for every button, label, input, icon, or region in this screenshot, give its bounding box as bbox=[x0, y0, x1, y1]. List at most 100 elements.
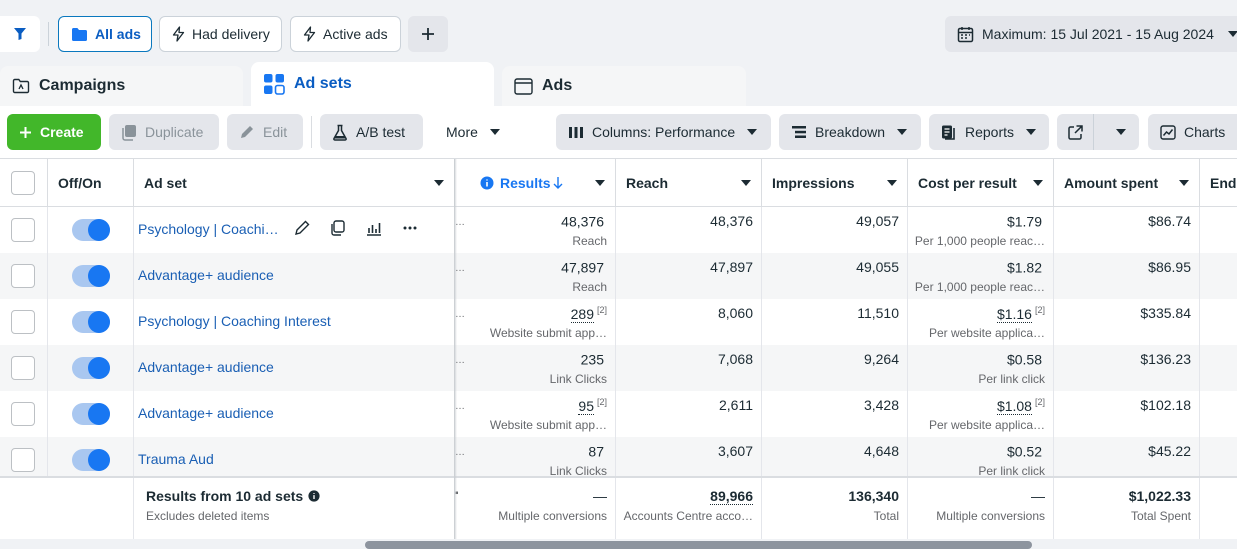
row-hover-actions bbox=[293, 219, 419, 237]
header-label: Ends bbox=[1210, 175, 1237, 191]
row-checkbox[interactable] bbox=[11, 448, 35, 472]
filter-active-ads[interactable]: Active ads bbox=[290, 16, 401, 52]
more-options-icon[interactable] bbox=[401, 219, 419, 237]
breakdown-button[interactable]: Breakdown bbox=[779, 114, 921, 150]
row-checkbox[interactable] bbox=[11, 218, 35, 242]
cost-type: Per website applica… bbox=[928, 326, 1045, 340]
plus-icon bbox=[20, 126, 31, 138]
select-all-checkbox[interactable] bbox=[11, 171, 35, 195]
cost-type: Per 1,000 people reac… bbox=[914, 280, 1045, 294]
horizontal-scrollbar-thumb[interactable] bbox=[365, 541, 1032, 549]
columns-button[interactable]: Columns: Performance bbox=[556, 114, 771, 150]
reports-button[interactable]: Reports bbox=[929, 114, 1049, 150]
date-range-picker[interactable]: Maximum: 15 Jul 2021 - 15 Aug 2024 bbox=[945, 16, 1237, 52]
delivery-toggle[interactable] bbox=[72, 357, 110, 379]
results-cell: 235 Link Clicks bbox=[470, 345, 616, 391]
delivery-toggle[interactable] bbox=[72, 449, 110, 471]
edit-label: Edit bbox=[263, 124, 288, 140]
more-button[interactable]: More bbox=[434, 114, 514, 150]
duplicate-button[interactable]: Duplicate bbox=[109, 114, 219, 150]
chevron-down-icon bbox=[1227, 31, 1237, 37]
row-checkbox[interactable] bbox=[11, 402, 35, 426]
pencil-icon[interactable] bbox=[293, 219, 311, 237]
table-row[interactable]: Psychology | Coaching Interest … 289 [2] … bbox=[0, 299, 1237, 345]
export-menu-button[interactable] bbox=[1102, 114, 1139, 150]
impressions-value: 11,510 bbox=[857, 305, 899, 321]
impressions-value: 9,264 bbox=[863, 351, 899, 367]
bar-chart-icon[interactable] bbox=[365, 219, 383, 237]
ad-set-name-link[interactable]: Advantage+ audience bbox=[138, 359, 274, 375]
reports-icon bbox=[942, 125, 955, 140]
cost-value: $0.58 bbox=[1006, 351, 1042, 368]
charts-button[interactable]: Charts bbox=[1148, 114, 1237, 150]
header-select-cell bbox=[0, 159, 48, 207]
filter-had-delivery[interactable]: Had delivery bbox=[159, 16, 282, 52]
ab-test-button[interactable]: A/B test bbox=[320, 114, 423, 150]
delivery-toggle[interactable] bbox=[72, 265, 110, 287]
table-row[interactable]: Advantage+ audience … 95 [2] Website subm… bbox=[0, 391, 1237, 437]
reach-value: 48,376 bbox=[710, 213, 753, 229]
table-header: Off/On Ad set Results Reach Impressions … bbox=[0, 159, 1237, 207]
footnote-marker: [2] bbox=[1034, 305, 1045, 315]
ad-set-name-link[interactable]: Trauma Aud bbox=[138, 451, 214, 467]
row-checkbox[interactable] bbox=[11, 356, 35, 380]
cost-cell: $1.16 [2] Per website applica… bbox=[908, 299, 1054, 345]
summary-title: Results from 10 ad sets bbox=[146, 488, 304, 504]
results-value: 87 bbox=[588, 443, 604, 460]
create-label: Create bbox=[40, 124, 84, 140]
add-filter-button[interactable] bbox=[408, 16, 448, 52]
export-button[interactable] bbox=[1057, 114, 1095, 150]
duplicate-icon[interactable] bbox=[329, 219, 347, 237]
ad-set-name-link[interactable]: Psychology | Coaching Interest bbox=[138, 313, 331, 329]
info-icon[interactable] bbox=[308, 490, 320, 502]
spent-cell: $335.84 bbox=[1054, 299, 1200, 345]
filter-all-ads[interactable]: All ads bbox=[58, 16, 152, 52]
delivery-toggle[interactable] bbox=[72, 403, 110, 425]
delivery-toggle[interactable] bbox=[72, 311, 110, 333]
lightning-icon bbox=[172, 26, 185, 42]
chevron-down-icon bbox=[887, 180, 897, 186]
header-ad-set[interactable]: Ad set bbox=[134, 159, 455, 207]
header-off-on[interactable]: Off/On bbox=[48, 159, 134, 207]
level-tabs: Campaigns Ad sets Ads bbox=[0, 62, 1237, 106]
table-row[interactable]: Advantage+ audience … 47,897 Reach 47,89… bbox=[0, 253, 1237, 299]
header-cost-per-result[interactable]: Cost per result bbox=[908, 159, 1054, 207]
header-reach[interactable]: Reach bbox=[616, 159, 762, 207]
select-cell bbox=[0, 253, 48, 299]
reach-value: 7,068 bbox=[717, 351, 753, 367]
results-type: Website submit app… bbox=[489, 418, 607, 432]
edit-button[interactable]: Edit bbox=[227, 114, 303, 150]
filter-button[interactable] bbox=[0, 16, 40, 52]
tab-ads[interactable]: Ads bbox=[502, 66, 746, 106]
tab-campaigns[interactable]: Campaigns bbox=[0, 66, 243, 106]
toggle-knob bbox=[88, 311, 110, 333]
delivery-toggle[interactable] bbox=[72, 219, 110, 241]
grid-icon bbox=[264, 74, 285, 95]
header-amount-spent[interactable]: Amount spent bbox=[1054, 159, 1200, 207]
spent-value: $102.18 bbox=[1140, 397, 1191, 413]
cost-cell: $1.82 Per 1,000 people reac… bbox=[908, 253, 1054, 299]
pencil-icon bbox=[241, 126, 253, 138]
create-button[interactable]: Create bbox=[7, 114, 101, 150]
summary-value: 89,966 bbox=[710, 488, 753, 505]
select-cell bbox=[0, 207, 48, 253]
header-results[interactable]: Results bbox=[470, 159, 616, 207]
table-row[interactable]: Advantage+ audience … 235 Link Clicks 7,… bbox=[0, 345, 1237, 391]
table-row[interactable]: Psychology | Coachi… … 48,376 Reach 48,3… bbox=[0, 207, 1237, 253]
summary-subvalue: Total bbox=[873, 509, 899, 523]
reach-value: 3,607 bbox=[717, 443, 753, 459]
header-impressions[interactable]: Impressions bbox=[762, 159, 908, 207]
row-checkbox[interactable] bbox=[11, 264, 35, 288]
ad-set-name-cell: Psychology | Coaching Interest bbox=[134, 299, 455, 345]
ad-set-name-link[interactable]: Psychology | Coachi… bbox=[138, 221, 279, 237]
tab-ad-sets[interactable]: Ad sets bbox=[251, 62, 494, 106]
spent-value: $136.23 bbox=[1140, 351, 1191, 367]
header-ends[interactable]: Ends bbox=[1200, 159, 1237, 207]
ad-set-name-link[interactable]: Advantage+ audience bbox=[138, 405, 274, 421]
folder-icon bbox=[72, 27, 87, 41]
ad-set-name-cell: Psychology | Coachi… bbox=[134, 207, 455, 253]
cost-value: $1.16 bbox=[996, 305, 1032, 323]
row-checkbox[interactable] bbox=[11, 310, 35, 334]
ad-set-name-link[interactable]: Advantage+ audience bbox=[138, 267, 274, 283]
results-type: Link Clicks bbox=[549, 372, 607, 386]
